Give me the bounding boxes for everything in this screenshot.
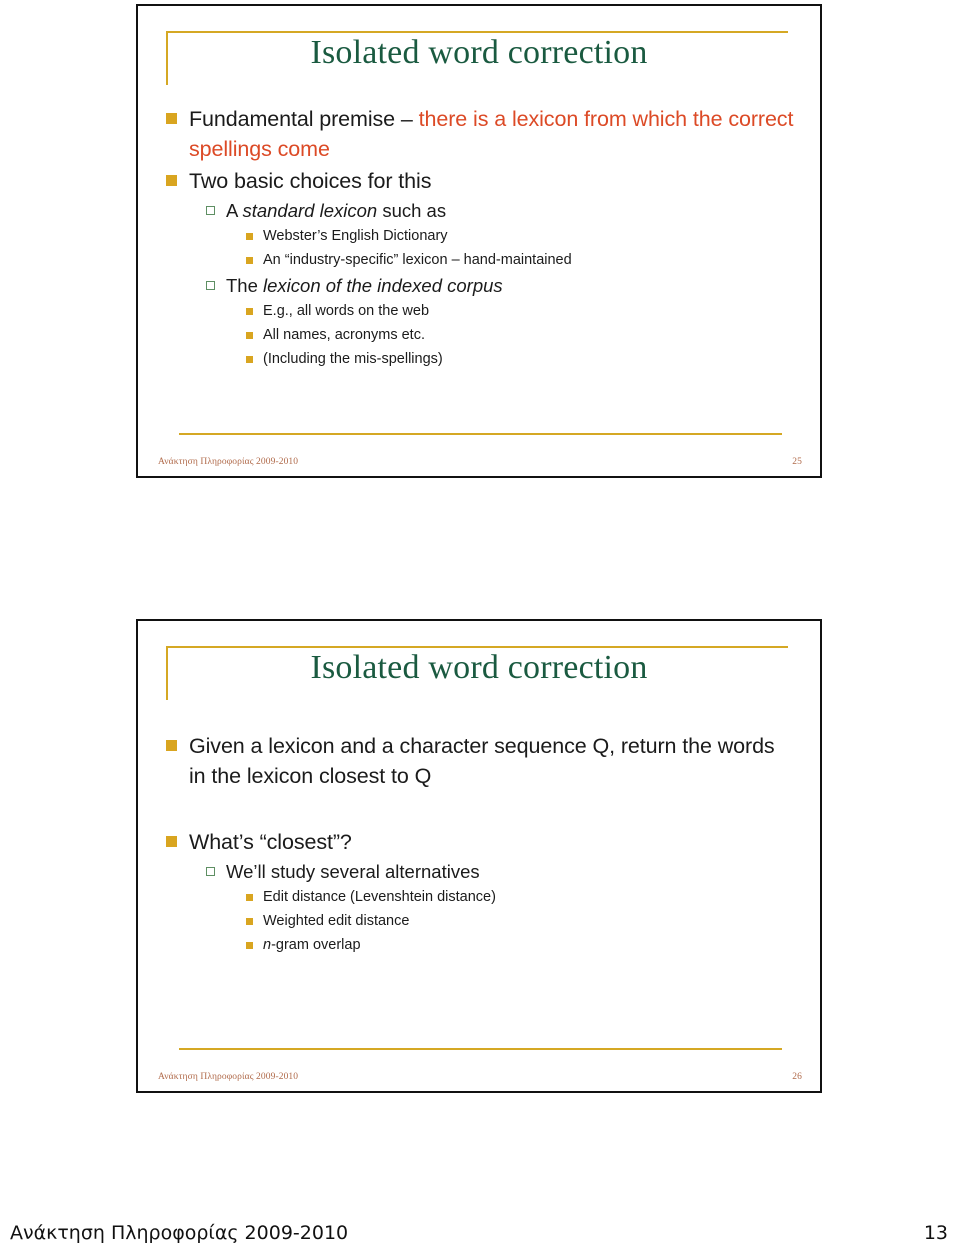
- page-footer-course: Ανάκτηση Πληροφορίας 2009-2010: [10, 1222, 349, 1244]
- bullet-text: All names, acronyms etc.: [263, 324, 796, 347]
- bullet-text: Webster’s English Dictionary: [263, 225, 796, 248]
- bullet-text-run: Edit distance (Levenshtein distance): [263, 889, 496, 905]
- bullet-text: What’s “closest”?: [189, 827, 796, 857]
- filled-square-bullet-icon: [246, 918, 253, 925]
- bullet-item-level-2: We’ll study several alternatives: [206, 859, 796, 885]
- bullet-text-run: lexicon of the indexed corpus: [263, 275, 503, 296]
- bullet-text-run: Two basic choices for this: [189, 169, 432, 193]
- filled-square-bullet-icon: [166, 836, 177, 847]
- bullet-text-run: (Including the mis-spellings): [263, 351, 443, 367]
- slide-1-title: Isolated word correction: [310, 34, 648, 71]
- slide-2-bullet-list: Given a lexicon and a character sequence…: [166, 731, 796, 958]
- slide-1-footer-number: 25: [792, 457, 802, 467]
- slide-2-footer-rule: [179, 1048, 782, 1050]
- bullet-text: (Including the mis-spellings): [263, 348, 796, 371]
- page-footer: Ανάκτηση Πληροφορίας 2009-2010 13: [10, 1222, 948, 1244]
- bullet-text: Given a lexicon and a character sequence…: [189, 731, 796, 791]
- slide-1: Isolated word correction Fundamental pre…: [136, 4, 822, 478]
- filled-square-bullet-icon: [246, 356, 253, 363]
- bullet-text: Weighted edit distance: [263, 910, 796, 933]
- slide-2-footer-course: Ανάκτηση Πληροφορίας 2009-2010: [158, 1072, 299, 1082]
- bullet-text: We’ll study several alternatives: [226, 859, 796, 885]
- bullet-item-level-3: Edit distance (Levenshtein distance): [246, 886, 796, 909]
- bullet-item-level-1: Two basic choices for this: [166, 166, 796, 196]
- filled-square-bullet-icon: [166, 740, 177, 751]
- bullet-item-level-1: What’s “closest”?: [166, 827, 796, 857]
- hollow-square-bullet-icon: [206, 206, 215, 215]
- bullet-item-level-3: Weighted edit distance: [246, 910, 796, 933]
- bullet-text: A standard lexicon such as: [226, 198, 796, 224]
- bullet-text-run: such as: [377, 200, 447, 221]
- bullet-text: Two basic choices for this: [189, 166, 796, 196]
- bullet-item-level-2: The lexicon of the indexed corpus: [206, 273, 796, 299]
- bullet-text: The lexicon of the indexed corpus: [226, 273, 796, 299]
- bullet-item-level-2: A standard lexicon such as: [206, 198, 796, 224]
- bullet-text-run: standard lexicon: [242, 200, 378, 221]
- filled-square-bullet-icon: [246, 308, 253, 315]
- bullet-text: n-gram overlap: [263, 934, 796, 957]
- bullet-spacer: [166, 793, 796, 827]
- bullet-text: An “industry-specific” lexicon – hand-ma…: [263, 249, 796, 272]
- slide-2-footer-number: 26: [792, 1072, 802, 1082]
- filled-square-bullet-icon: [246, 894, 253, 901]
- filled-square-bullet-icon: [246, 257, 253, 264]
- filled-square-bullet-icon: [166, 175, 177, 186]
- bullet-text: E.g., all words on the web: [263, 300, 796, 323]
- bullet-text-run: A: [226, 200, 243, 221]
- filled-square-bullet-icon: [246, 942, 253, 949]
- slide-2-footer: Ανάκτηση Πληροφορίας 2009-2010 26: [158, 1072, 802, 1082]
- bullet-text-run: What’s “closest”?: [189, 830, 352, 854]
- bullet-text-run: Fundamental premise –: [189, 107, 419, 131]
- bullet-item-level-3: Webster’s English Dictionary: [246, 225, 796, 248]
- slide-1-bullet-list: Fundamental premise – there is a lexicon…: [166, 104, 796, 372]
- bullet-item-level-3: (Including the mis-spellings): [246, 348, 796, 371]
- bullet-text-run: We’ll study several alternatives: [226, 861, 480, 882]
- hollow-square-bullet-icon: [206, 867, 215, 876]
- bullet-text-run: The: [226, 275, 264, 296]
- title-accent-line-top: [166, 646, 788, 648]
- slide-1-footer-course: Ανάκτηση Πληροφορίας 2009-2010: [158, 457, 299, 467]
- bullet-item-level-3: An “industry-specific” lexicon – hand-ma…: [246, 249, 796, 272]
- filled-square-bullet-icon: [246, 332, 253, 339]
- bullet-text: Edit distance (Levenshtein distance): [263, 886, 796, 909]
- bullet-item-level-3: n-gram overlap: [246, 934, 796, 957]
- hollow-square-bullet-icon: [206, 281, 215, 290]
- bullet-text: Fundamental premise – there is a lexicon…: [189, 104, 796, 164]
- title-accent-line-top: [166, 31, 788, 33]
- bullet-text-run: Webster’s English Dictionary: [263, 228, 448, 244]
- bullet-text-run: Weighted edit distance: [263, 913, 410, 929]
- slide-2-title: Isolated word correction: [310, 649, 648, 686]
- bullet-text-run: An “industry-specific” lexicon – hand-ma…: [263, 252, 572, 268]
- slide-2: Isolated word correction Given a lexicon…: [136, 619, 822, 1093]
- bullet-text-run: All names, acronyms etc.: [263, 327, 425, 343]
- bullet-text-run: -gram overlap: [271, 937, 361, 953]
- page-footer-page-number: 13: [923, 1222, 948, 1244]
- filled-square-bullet-icon: [246, 233, 253, 240]
- bullet-item-level-3: E.g., all words on the web: [246, 300, 796, 323]
- bullet-item-level-1: Fundamental premise – there is a lexicon…: [166, 104, 796, 164]
- bullet-item-level-3: All names, acronyms etc.: [246, 324, 796, 347]
- bullet-text-run: E.g., all words on the web: [263, 303, 430, 319]
- slide-1-footer: Ανάκτηση Πληροφορίας 2009-2010 25: [158, 457, 802, 467]
- bullet-text-run: Given a lexicon and a character sequence…: [189, 734, 775, 788]
- filled-square-bullet-icon: [166, 113, 177, 124]
- slide-1-footer-rule: [179, 433, 782, 435]
- bullet-text-run: n: [263, 937, 272, 953]
- bullet-item-level-1: Given a lexicon and a character sequence…: [166, 731, 796, 791]
